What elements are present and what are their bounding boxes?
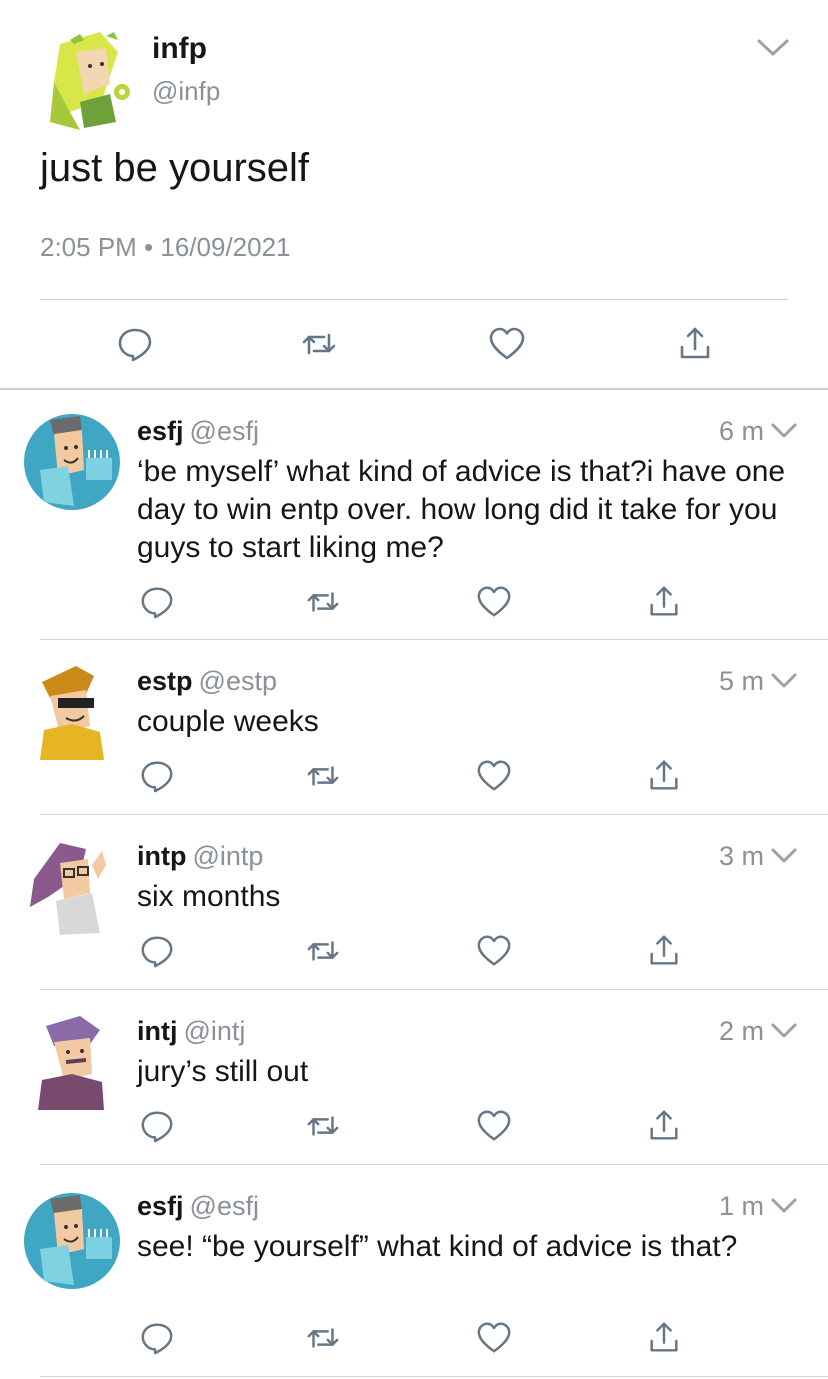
reply-text: see! “be yourself” what kind of advice i… <box>137 1230 738 1263</box>
tweet-text: just be yourself <box>40 146 310 190</box>
reply-header: intj @intj <box>137 1016 245 1047</box>
divider <box>40 299 788 300</box>
display-name[interactable]: intp <box>137 841 186 871</box>
reply-icon[interactable] <box>116 325 154 363</box>
reply-header: esfj @esfj <box>137 416 259 447</box>
user-handle[interactable]: @infp <box>152 76 220 107</box>
avatar[interactable] <box>20 835 124 939</box>
tweet-timestamp: 2:05 PM • 16/09/2021 <box>40 232 291 262</box>
like-icon[interactable] <box>488 325 526 363</box>
share-icon[interactable] <box>646 584 682 620</box>
divider <box>40 1376 828 1377</box>
divider <box>40 639 828 640</box>
divider <box>40 989 828 990</box>
display-name[interactable]: esfj <box>137 1191 184 1221</box>
esfj-avatar-icon <box>24 1193 120 1289</box>
display-name[interactable]: esfj <box>137 416 184 446</box>
share-icon[interactable] <box>646 1108 682 1144</box>
reply-icon[interactable] <box>139 758 175 794</box>
reply-header: estp @estp <box>137 666 277 697</box>
avatar[interactable] <box>20 660 124 764</box>
retweet-icon[interactable] <box>300 325 338 363</box>
like-icon[interactable] <box>476 1108 512 1144</box>
retweet-icon[interactable] <box>305 758 341 794</box>
avatar[interactable] <box>20 410 124 514</box>
chevron-down-icon[interactable] <box>770 672 798 690</box>
reply-header: esfj @esfj <box>137 1191 259 1222</box>
intj-avatar-icon <box>38 1016 104 1110</box>
user-handle[interactable]: @esfj <box>190 416 259 446</box>
chevron-down-icon[interactable] <box>770 847 798 865</box>
display-name[interactable]: intj <box>137 1016 178 1046</box>
share-icon[interactable] <box>646 933 682 969</box>
display-name[interactable]: estp <box>137 666 193 696</box>
divider <box>40 1164 828 1165</box>
chevron-down-icon[interactable] <box>770 422 798 440</box>
avatar[interactable] <box>20 1189 124 1293</box>
reply-icon[interactable] <box>139 584 175 620</box>
display-name[interactable]: infp <box>152 32 207 66</box>
like-icon[interactable] <box>476 1320 512 1356</box>
user-handle[interactable]: @estp <box>199 666 277 696</box>
reply-text: ‘be myself’ what kind of advice is that?… <box>137 455 786 564</box>
reply-icon[interactable] <box>139 1320 175 1356</box>
infp-avatar-icon <box>50 32 130 130</box>
reply-timestamp: 2 m <box>718 1016 764 1046</box>
user-handle[interactable]: @intp <box>192 841 263 871</box>
reply-icon[interactable] <box>139 1108 175 1144</box>
reply-text: six months <box>137 880 281 913</box>
share-icon[interactable] <box>646 1320 682 1356</box>
retweet-icon[interactable] <box>305 933 341 969</box>
like-icon[interactable] <box>476 584 512 620</box>
intp-avatar-icon <box>30 843 106 935</box>
retweet-icon[interactable] <box>305 584 341 620</box>
reply-header: intp @intp <box>137 841 263 872</box>
avatar[interactable] <box>20 1010 124 1114</box>
tweet-thread: infp @infp just be yourself 2:05 PM • 16… <box>0 0 828 1379</box>
main-tweet: infp @infp just be yourself 2:05 PM • 16… <box>0 0 828 390</box>
share-icon[interactable] <box>676 325 714 363</box>
reply-timestamp: 1 m <box>718 1191 764 1221</box>
reply-text: couple weeks <box>137 705 319 738</box>
like-icon[interactable] <box>476 933 512 969</box>
esfj-avatar-icon <box>24 414 120 510</box>
avatar[interactable] <box>40 22 140 130</box>
user-handle[interactable]: @intj <box>184 1016 246 1046</box>
reply-timestamp: 6 m <box>718 416 764 446</box>
reply-icon[interactable] <box>139 933 175 969</box>
estp-avatar-icon <box>40 666 104 760</box>
retweet-icon[interactable] <box>305 1320 341 1356</box>
like-icon[interactable] <box>476 758 512 794</box>
chevron-down-icon[interactable] <box>770 1197 798 1215</box>
share-icon[interactable] <box>646 758 682 794</box>
user-handle[interactable]: @esfj <box>190 1191 259 1221</box>
divider <box>40 814 828 815</box>
chevron-down-icon[interactable] <box>770 1022 798 1040</box>
reply-timestamp: 3 m <box>718 841 764 871</box>
retweet-icon[interactable] <box>305 1108 341 1144</box>
reply-timestamp: 5 m <box>718 666 764 696</box>
reply-text: jury’s still out <box>137 1055 309 1088</box>
chevron-down-icon[interactable] <box>756 38 790 58</box>
